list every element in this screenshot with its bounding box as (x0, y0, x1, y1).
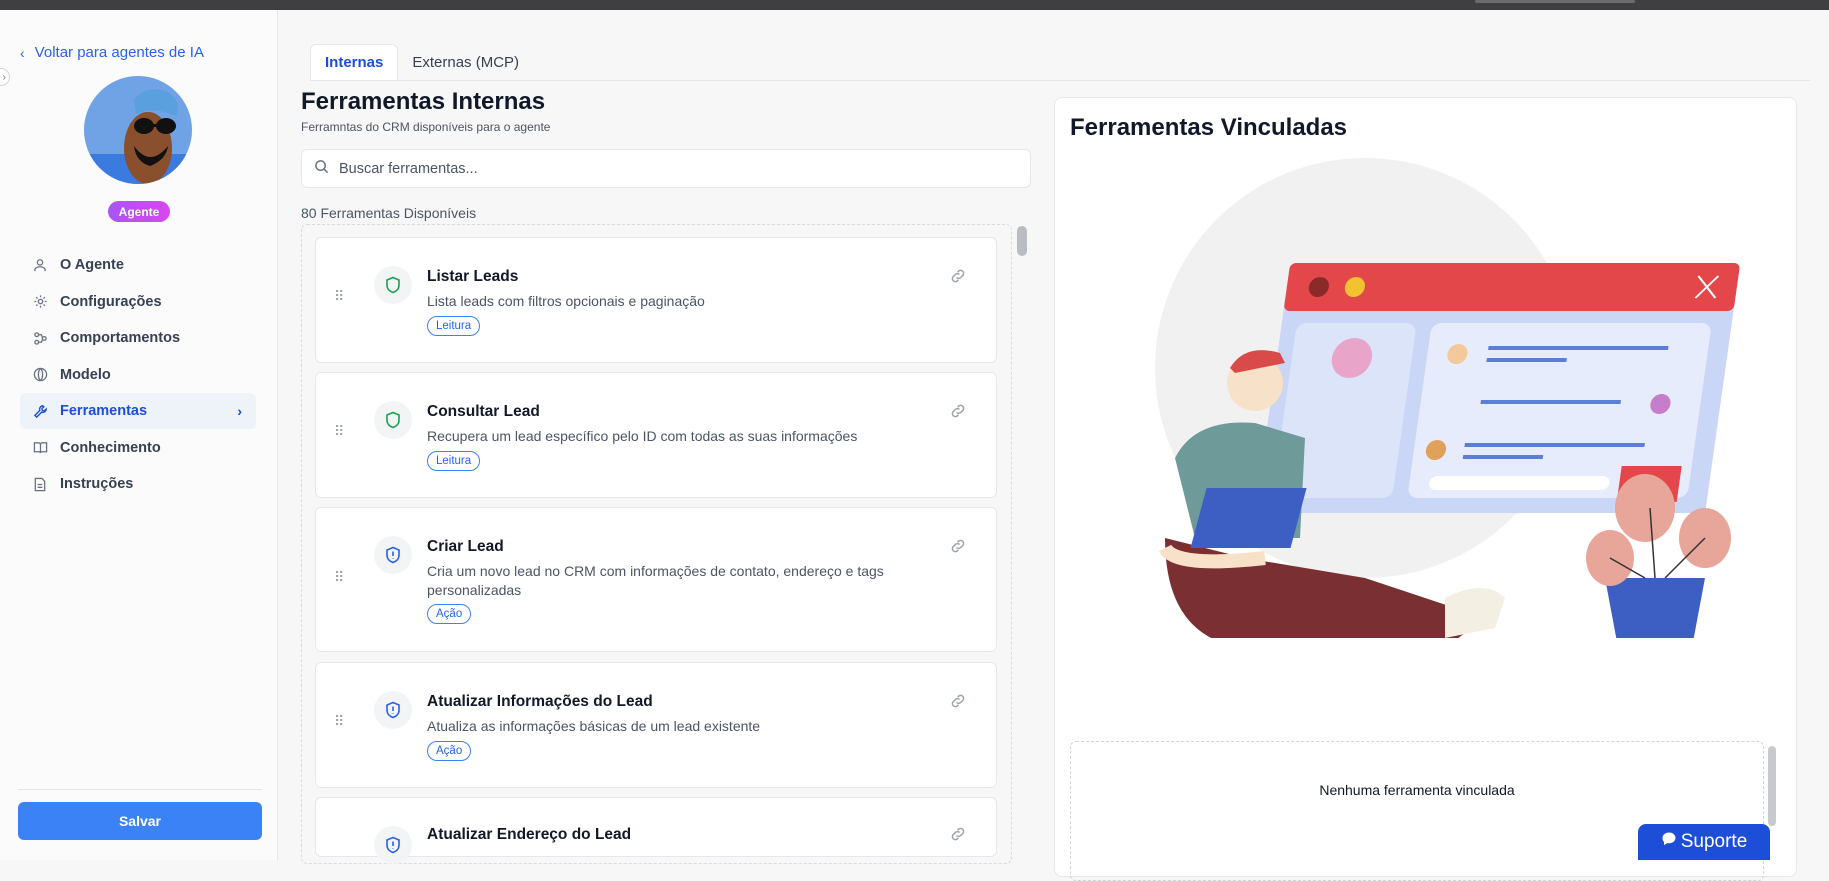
tool-card[interactable]: ⠿ Criar Lead Cria um novo lead no CRM co… (315, 507, 997, 652)
wrench-icon (32, 403, 48, 419)
link-icon[interactable] (950, 403, 966, 424)
drag-handle-icon[interactable]: ⠿ (334, 714, 344, 728)
sidebar-nav: O Agente Configurações Comportamentos Mo… (20, 247, 256, 503)
shield-alert-icon (374, 536, 412, 574)
tool-title: Listar Leads (427, 268, 519, 285)
tools-scrollbar[interactable] (1015, 224, 1029, 860)
link-icon[interactable] (950, 693, 966, 714)
window-top-bar (0, 0, 1829, 10)
tool-description: Cria um novo lead no CRM com informações… (427, 563, 884, 598)
shield-icon (374, 266, 412, 304)
chat-bubble-icon (1661, 831, 1677, 853)
search-icon (314, 159, 329, 179)
drag-handle-icon[interactable]: ⠿ (334, 570, 344, 584)
sidebar-item-ferramentas[interactable]: Ferramentas › (20, 393, 256, 429)
sidebar-item-label: O Agente (60, 257, 124, 273)
tabs-divider (310, 80, 1810, 81)
sidebar-item-label: Configurações (60, 293, 162, 310)
drag-handle-icon[interactable]: ⠿ (334, 289, 344, 303)
link-icon[interactable] (950, 826, 966, 847)
sidebar-item-label: Instruções (60, 476, 134, 492)
sidebar-item-label: Conhecimento (60, 439, 161, 456)
user-icon (32, 257, 48, 273)
linked-tools-empty-area: Nenhuma ferramenta vinculada (1070, 741, 1764, 881)
sidebar-item-modelo[interactable]: Modelo (20, 357, 256, 393)
sidebar-item-label: Ferramentas (60, 403, 148, 419)
shield-alert-icon (374, 826, 412, 864)
tool-card[interactable]: ⠿ Listar Leads Lista leads com filtros o… (315, 237, 997, 363)
support-button[interactable]: Suporte (1638, 824, 1770, 860)
internal-tools-subtitle: Ferramntas do CRM disponíveis para o age… (301, 120, 551, 134)
agent-badge: Agente (108, 201, 170, 222)
sidebar-item-o-agente[interactable]: O Agente (20, 247, 256, 283)
available-count: 80 Ferramentas Disponíveis (301, 205, 477, 221)
tool-card[interactable]: Atualizar Endereço do Lead (315, 797, 997, 864)
support-label: Suporte (1680, 831, 1748, 852)
tools-tabs: Internas Externas (MCP) (310, 44, 533, 81)
sidebar-item-label: Modelo (60, 366, 111, 383)
tool-tag: Ação (427, 741, 472, 761)
sidebar-item-conhecimento[interactable]: Conhecimento (20, 430, 256, 466)
tool-description: Lista leads com filtros opcionais e pagi… (427, 293, 705, 309)
globe-icon (32, 367, 48, 383)
window-handle (1475, 0, 1635, 3)
tool-title: Criar Lead (427, 538, 504, 555)
gear-icon (32, 294, 48, 310)
link-icon[interactable] (950, 268, 966, 289)
link-icon[interactable] (950, 538, 966, 559)
sidebar-item-label: Comportamentos (60, 330, 181, 346)
file-icon (32, 476, 48, 492)
agent-avatar (84, 76, 192, 184)
chevron-right-icon: › (237, 403, 242, 419)
sidebar-item-comportamentos[interactable]: Comportamentos (20, 320, 256, 356)
tool-tag: Leitura (427, 451, 481, 471)
tool-description: Recupera um lead específico pelo ID com … (427, 428, 858, 444)
collapse-sidebar-icon[interactable]: › (0, 68, 10, 86)
tool-card[interactable]: ⠿ Consultar Lead Recupera um lead especí… (315, 372, 997, 498)
tool-title: Atualizar Informações do Lead (427, 693, 653, 710)
sidebar-item-instrucoes[interactable]: Instruções (20, 466, 256, 502)
tab-externas-mcp[interactable]: Externas (MCP) (398, 44, 533, 81)
workflow-icon (32, 330, 48, 346)
linked-scrollbar[interactable] (1768, 746, 1776, 826)
tab-internas[interactable]: Internas (310, 44, 399, 81)
shield-alert-icon (374, 691, 412, 729)
sidebar-item-configuracoes[interactable]: Configurações (20, 284, 256, 320)
back-to-agents-link[interactable]: ‹ Voltar para agentes de IA (20, 44, 204, 61)
save-button[interactable]: Salvar (18, 802, 262, 840)
tool-title: Consultar Lead (427, 403, 540, 420)
tool-search (301, 149, 1031, 188)
tool-card[interactable]: ⠿ Atualizar Informações do Lead Atualiza… (315, 662, 997, 788)
back-link-label: Voltar para agentes de IA (34, 44, 204, 61)
shield-icon (374, 401, 412, 439)
empty-state-label: Nenhuma ferramenta vinculada (1319, 782, 1515, 798)
book-icon (32, 440, 48, 456)
drag-handle-icon[interactable]: ⠿ (334, 424, 344, 438)
tool-tag: Leitura (427, 316, 481, 336)
search-input[interactable] (339, 160, 1030, 177)
sidebar-divider (18, 789, 262, 790)
linked-tools-panel: Ferramentas Vinculadas Nenhuma ferrament… (1054, 97, 1797, 881)
tool-description: Atualiza as informações básicas de um le… (427, 718, 761, 734)
linked-tools-title: Ferramentas Vinculadas (1070, 114, 1348, 141)
tool-tag: Ação (427, 604, 472, 624)
tool-title: Atualizar Endereço do Lead (427, 826, 632, 843)
scrollbar-thumb[interactable] (1017, 226, 1027, 256)
internal-tools-title: Ferramentas Internas (301, 88, 546, 115)
chevron-left-icon: ‹ (20, 44, 25, 61)
avatar-illustration (84, 76, 192, 184)
empty-state-illustration (1155, 158, 1740, 638)
